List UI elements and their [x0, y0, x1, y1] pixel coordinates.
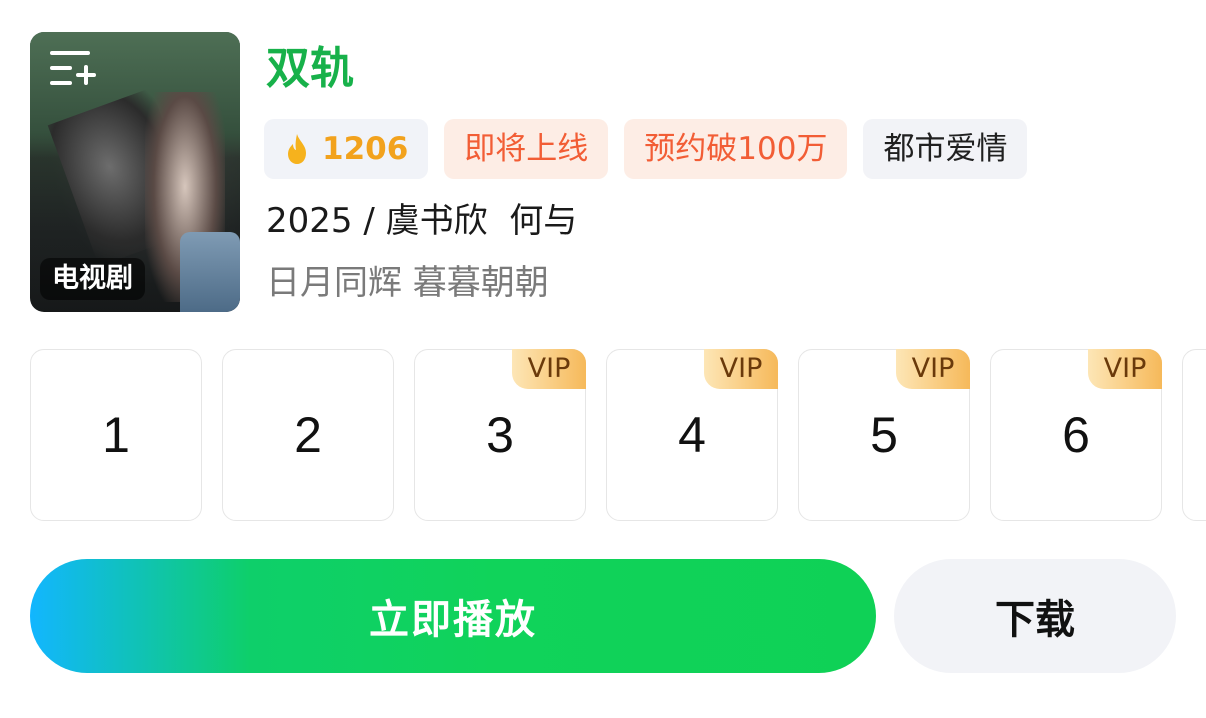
episode-list: 1 2 3 VIP 4 VIP 5 VIP 6 VIP — [30, 349, 1206, 523]
heat-tag: 1206 — [264, 119, 429, 179]
episode-number: 1 — [102, 407, 130, 463]
episode-number: 2 — [294, 407, 322, 463]
episode-item[interactable]: 2 — [222, 349, 394, 521]
episode-item[interactable]: 6 VIP — [990, 349, 1162, 521]
year-cast-line: 2025 / 虞书欣 何与 — [266, 201, 578, 241]
vip-badge: VIP — [512, 349, 586, 389]
episode-item[interactable]: 1 — [30, 349, 202, 521]
poster-figure — [180, 232, 240, 312]
vip-badge: VIP — [1088, 349, 1162, 389]
show-title: 双轨 — [266, 43, 354, 94]
episode-item-partial[interactable] — [1182, 349, 1206, 521]
play-now-button[interactable]: 立即播放 — [30, 559, 876, 673]
poster-image[interactable]: 电视剧 — [30, 32, 240, 312]
vip-badge: VIP — [896, 349, 970, 389]
detail-page: 电视剧 双轨 1206 即将上线 预约破100万 都市爱情 2025 / 虞书欣… — [0, 0, 1206, 718]
episode-item[interactable]: 4 VIP — [606, 349, 778, 521]
flame-icon — [288, 134, 306, 164]
episode-item[interactable]: 3 VIP — [414, 349, 586, 521]
episode-item[interactable]: 5 VIP — [798, 349, 970, 521]
vip-badge: VIP — [704, 349, 778, 389]
playlist-add-icon[interactable] — [48, 48, 96, 90]
tag-row: 1206 即将上线 预约破100万 都市爱情 — [264, 119, 1028, 179]
download-button[interactable]: 下载 — [894, 559, 1176, 673]
genre-tag[interactable]: 都市爱情 — [863, 119, 1028, 179]
heat-value: 1206 — [322, 131, 409, 167]
subtitle-line: 日月同辉 暮暮朝朝 — [266, 263, 549, 303]
status-tag: 即将上线 — [444, 119, 609, 179]
content-type-badge: 电视剧 — [40, 258, 145, 300]
reservation-tag: 预约破100万 — [624, 119, 848, 179]
